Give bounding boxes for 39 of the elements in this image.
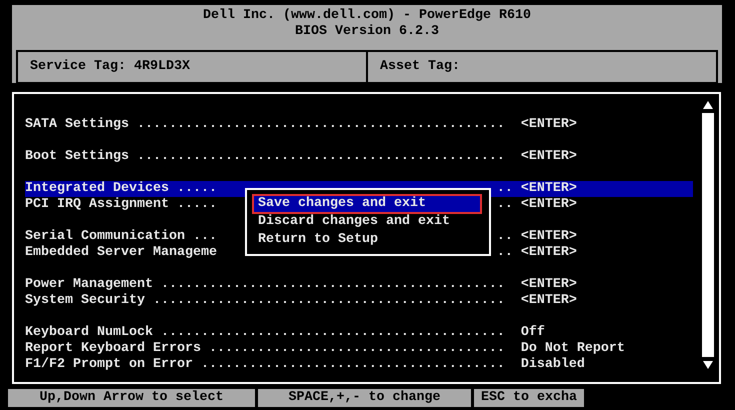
menu-item-value: <ENTER>: [520, 245, 578, 261]
dialog-option[interactable]: Save changes and exit: [252, 194, 482, 214]
dot-leader: ..: [496, 245, 514, 261]
scroll-down-icon[interactable]: [703, 361, 713, 369]
menu-item-value: <ENTER>: [520, 293, 578, 309]
menu-item-value: <ENTER>: [520, 181, 578, 197]
scrollbar-thumb[interactable]: [702, 113, 714, 357]
dot-leader: ..: [496, 229, 514, 245]
menu-item-label[interactable]: Embedded Server Manageme: [25, 245, 217, 261]
status-hint: SPACE,+,- to change: [258, 389, 471, 407]
menu-item-label[interactable]: Report Keyboard Errors .....................................: [25, 341, 505, 357]
menu-item-value: <ENTER>: [520, 277, 578, 293]
menu-item-label[interactable]: Serial Communication ...: [25, 229, 217, 245]
dialog-option[interactable]: Return to Setup: [252, 230, 482, 250]
menu-item-label[interactable]: Power Management ...........................................: [25, 277, 505, 293]
menu-item-label[interactable]: SATA Settings ..............................................: [25, 117, 505, 133]
menu-item-value: <ENTER>: [520, 117, 578, 133]
bios-title: BIOS Version 6.2.3: [294, 24, 440, 40]
menu-item-label[interactable]: PCI IRQ Assignment .....: [25, 197, 217, 213]
menu-item-value: <ENTER>: [520, 197, 578, 213]
menu-item-value: <ENTER>: [520, 229, 578, 245]
dot-leader: ..: [496, 197, 514, 213]
bios-title: Dell Inc. (www.dell.com) - PowerEdge R610: [202, 8, 532, 24]
menu-item-value: <ENTER>: [520, 149, 578, 165]
menu-item-label[interactable]: Boot Settings ..............................................: [25, 149, 505, 165]
menu-item-value: Disabled: [520, 357, 586, 373]
menu-item-value: Off: [520, 325, 546, 341]
menu-item-label[interactable]: Keyboard NumLock ...........................................: [25, 325, 505, 341]
tag-field: Asset Tag:: [366, 52, 716, 82]
menu-item-value: Do Not Report: [520, 341, 626, 357]
scroll-up-icon[interactable]: [703, 101, 713, 109]
dot-leader: ..: [496, 181, 514, 197]
menu-item-label[interactable]: Integrated Devices .....: [25, 181, 217, 197]
status-hint: ESC to excha: [474, 389, 584, 407]
menu-item-label[interactable]: F1/F2 Prompt on Error ......................................: [25, 357, 505, 373]
dialog-option[interactable]: Discard changes and exit: [252, 212, 482, 232]
tag-field: Service Tag: 4R9LD3X: [18, 52, 366, 82]
status-hint: Up,Down Arrow to select: [8, 389, 255, 407]
menu-item-label[interactable]: System Security ............................................: [25, 293, 505, 309]
